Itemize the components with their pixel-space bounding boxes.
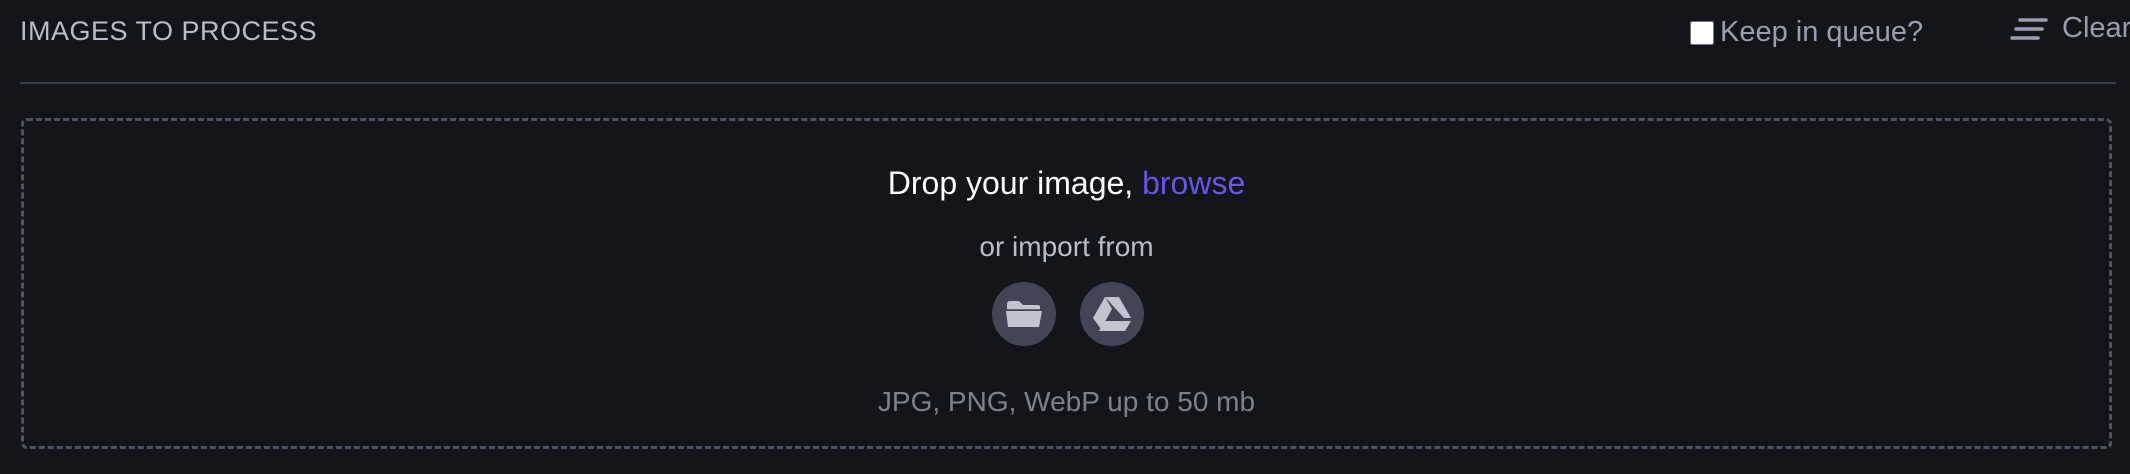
clear-label: Clear: [2062, 12, 2130, 44]
import-from-folder-button[interactable]: [992, 282, 1056, 346]
images-to-process-panel: IMAGES TO PROCESS Keep in queue? Clear D…: [0, 0, 2130, 474]
section-title: IMAGES TO PROCESS: [20, 16, 318, 46]
drop-text: Drop your image,: [887, 165, 1143, 201]
clear-lines-icon: [2010, 17, 2048, 40]
supported-formats: JPG, PNG, WebP up to 50 mb: [877, 386, 1256, 417]
import-sources: [992, 282, 1144, 346]
folder-icon: [1006, 301, 1042, 327]
browse-link[interactable]: browse: [1142, 165, 1245, 201]
google-drive-icon: [1093, 297, 1131, 331]
panel-header: IMAGES TO PROCESS Keep in queue? Clear: [20, 0, 2130, 84]
keep-in-queue-label: Keep in queue?: [1720, 16, 1924, 48]
drop-instruction: Drop your image, browse: [24, 165, 2109, 202]
clear-button[interactable]: Clear: [2010, 12, 2130, 45]
keep-in-queue-toggle[interactable]: Keep in queue?: [1690, 16, 1923, 49]
image-dropzone[interactable]: Drop your image, browse or import from J…: [21, 118, 2112, 449]
keep-in-queue-checkbox[interactable]: [1690, 20, 1714, 45]
import-label: or import from: [979, 231, 1154, 262]
import-from-google-drive-button[interactable]: [1080, 282, 1144, 346]
